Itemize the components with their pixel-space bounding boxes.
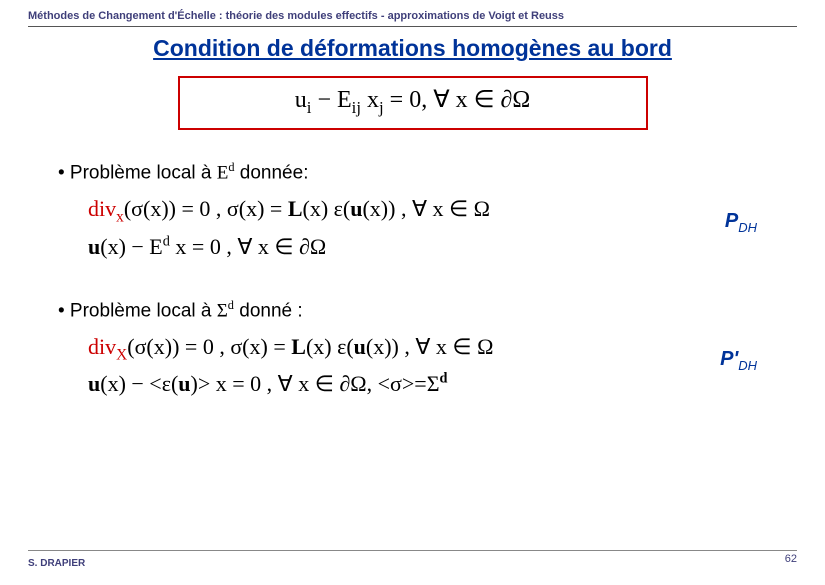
bullet-1: • Problème local à Ed donnée:: [58, 160, 797, 184]
label-P: P': [720, 348, 738, 370]
footer: S. DRAPIER 62: [28, 550, 797, 571]
eq-sub: ij: [352, 98, 361, 117]
equation-row: divx(σ(x)) = 0 , σ(x) = L(x) ε(u(x)) , ∀…: [88, 192, 797, 229]
equation-row: divX(σ(x)) = 0 , σ(x) = L(x) ε(u(x)) , ∀…: [88, 330, 797, 367]
bullet-symbol: Σ: [217, 300, 228, 321]
eq-part: x: [361, 87, 379, 113]
footer-author: S. DRAPIER: [28, 558, 85, 569]
eq-sup: d: [440, 371, 448, 387]
eq-L: L: [291, 334, 306, 359]
bullet-text: • Problème local à: [58, 162, 217, 183]
eq-u: u: [350, 196, 362, 221]
div-op: div: [88, 196, 116, 221]
equation-row: u(x) − Ed x = 0 , ∀ x ∈ ∂Ω: [88, 230, 797, 264]
eq-L: L: [288, 196, 303, 221]
slide-title: Condition de déformations homogènes au b…: [28, 35, 797, 62]
eq-part: (x) ε(: [306, 334, 354, 359]
eq-u: u: [354, 334, 366, 359]
problem-label-1: PDH: [725, 206, 757, 238]
eq-part: (x) − E: [100, 234, 163, 259]
header-rule: [28, 26, 797, 27]
problem-label-2: P'DH: [720, 344, 757, 376]
bullet-symbol: E: [217, 162, 229, 183]
label-sub: DH: [738, 358, 757, 373]
div-op: div: [88, 334, 116, 359]
eq-u: u: [88, 371, 100, 396]
bullet-text: • Problème local à: [58, 300, 217, 321]
bullet-text: donné :: [234, 300, 303, 321]
eq-part: )> x = 0 , ∀ x ∈ ∂Ω, <σ>=Σ: [191, 371, 440, 396]
eq-u: u: [178, 371, 190, 396]
equation-row: u(x) − <ε(u)> x = 0 , ∀ x ∈ ∂Ω, <σ>=Σd: [88, 367, 797, 401]
eq-part: (σ(x)) = 0 , σ(x) =: [127, 334, 291, 359]
footer-page-number: 62: [785, 553, 797, 565]
eq-part: − E: [311, 87, 351, 113]
slide: Méthodes de Changement d'Échelle : théor…: [0, 0, 825, 585]
equation-block-2: divX(σ(x)) = 0 , σ(x) = L(x) ε(u(x)) , ∀…: [88, 330, 797, 401]
boxed-equation: ui − Eij xj = 0, ∀ x ∈ ∂Ω: [178, 76, 648, 130]
div-sub: X: [116, 346, 127, 363]
eq-u: u: [88, 234, 100, 259]
equation-block-1: divx(σ(x)) = 0 , σ(x) = L(x) ε(u(x)) , ∀…: [88, 192, 797, 263]
eq-part: (σ(x)) = 0 , σ(x) =: [124, 196, 288, 221]
eq-part: (x)) , ∀ x ∈ Ω: [362, 196, 490, 221]
eq-sup: d: [163, 233, 170, 249]
label-P: P: [725, 210, 738, 232]
eq-part: (x) ε(: [303, 196, 351, 221]
label-sub: DH: [738, 220, 757, 235]
eq-part: u: [295, 87, 307, 113]
header-text: Méthodes de Changement d'Échelle : théor…: [28, 10, 797, 26]
eq-part: (x) − <ε(: [100, 371, 178, 396]
eq-part: x = 0 , ∀ x ∈ ∂Ω: [170, 234, 326, 259]
bullet-text: donnée:: [235, 162, 309, 183]
eq-part: = 0, ∀ x ∈ ∂Ω: [384, 87, 531, 113]
div-sub: x: [116, 209, 124, 226]
bullet-2: • Problème local à Σd donné :: [58, 298, 797, 322]
eq-part: (x)) , ∀ x ∈ Ω: [366, 334, 494, 359]
